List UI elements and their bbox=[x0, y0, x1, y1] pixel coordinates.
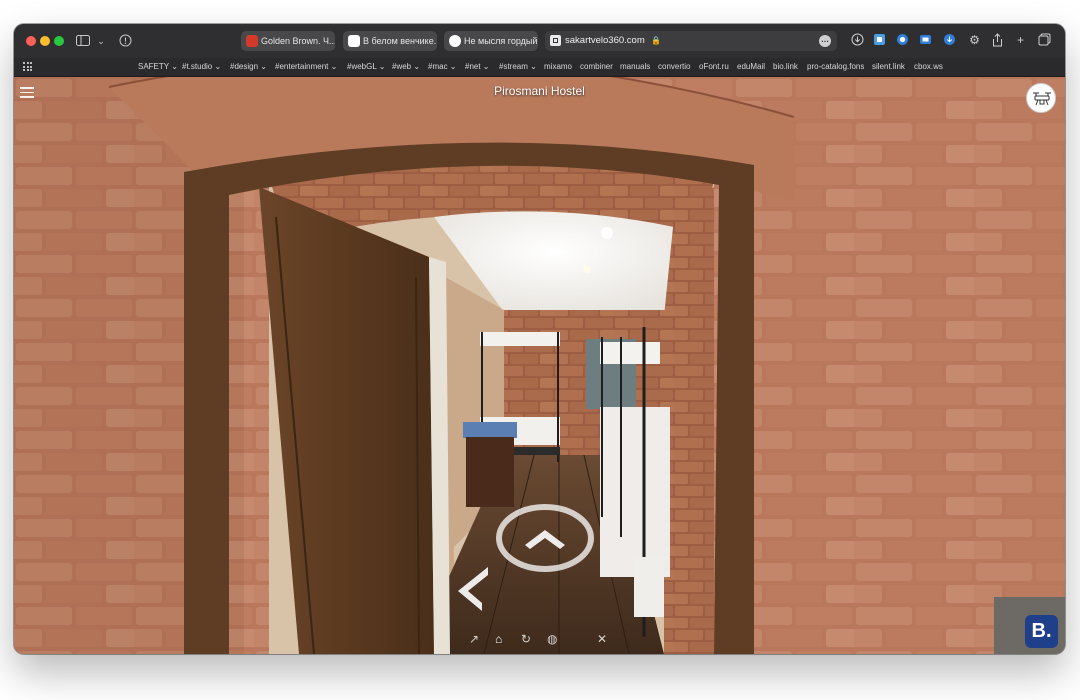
red-flag-icon bbox=[246, 35, 258, 47]
bookmark-manuals[interactable]: manuals bbox=[620, 58, 650, 75]
bookmark-net[interactable]: #net ⌄ bbox=[465, 58, 490, 75]
tab-golden-brown[interactable]: Golden Brown. Ч... bbox=[241, 31, 335, 51]
bookmark-silent-link[interactable]: silent.link bbox=[872, 58, 905, 75]
home-icon[interactable]: ⌂ bbox=[495, 629, 502, 649]
bookmark-edumail[interactable]: eduMail bbox=[737, 58, 765, 75]
share-icon[interactable] bbox=[990, 33, 1005, 48]
bookmark-safety[interactable]: SAFETY ⌄ bbox=[138, 58, 178, 75]
google-icon bbox=[449, 35, 461, 47]
bookmark-label: #t.studio bbox=[182, 62, 213, 71]
tab-label: В белом венчике... bbox=[363, 36, 437, 46]
minimize-window-button[interactable] bbox=[40, 36, 50, 46]
bookmark-label: #stream bbox=[499, 62, 528, 71]
zoom-window-button[interactable] bbox=[54, 36, 64, 46]
bookmark-mixamo[interactable]: mixamo bbox=[544, 58, 572, 75]
bookmark-web[interactable]: #web ⌄ bbox=[392, 58, 420, 75]
tabs-overview-icon[interactable] bbox=[1037, 33, 1052, 48]
tour-viewport[interactable]: Pirosmani Hostel ↗ ⌂ ↻ ◍ ✕ B. bbox=[14, 77, 1065, 654]
chevron-up-icon[interactable] bbox=[495, 503, 595, 573]
sidebar-icon[interactable] bbox=[76, 32, 90, 50]
bookmark-label: SAFETY bbox=[138, 62, 169, 71]
title-bar: ⌄ Golden Brown. Ч... В белом венчике... … bbox=[14, 24, 1065, 58]
lock-icon: 🔒 bbox=[651, 36, 662, 45]
tab-label: Не мысля гордый... bbox=[464, 36, 538, 46]
settings-icon[interactable]: ⚙ bbox=[967, 33, 982, 48]
drone-icon[interactable] bbox=[1026, 83, 1056, 113]
grid-icon[interactable] bbox=[23, 62, 32, 71]
chevron-down-icon[interactable]: ⌄ bbox=[96, 32, 106, 50]
bookmark-bio-link[interactable]: bio.link bbox=[773, 58, 798, 75]
more-icon[interactable]: … bbox=[819, 35, 831, 47]
chevron-left-icon[interactable] bbox=[452, 563, 492, 613]
bookmarks-bar: SAFETY ⌄ #t.studio ⌄ #design ⌄ #entertai… bbox=[14, 58, 1065, 77]
close-icon[interactable]: ✕ bbox=[597, 629, 607, 649]
bookmark-stream[interactable]: #stream ⌄ bbox=[499, 58, 537, 75]
bookmark-label: #mac bbox=[428, 62, 448, 71]
bookmark-label: #entertainment bbox=[275, 62, 329, 71]
bookmark-ofont[interactable]: oFont.ru bbox=[699, 58, 729, 75]
bookmark-label: #web bbox=[392, 62, 412, 71]
rotate-icon[interactable]: ↻ bbox=[521, 629, 531, 649]
globe-icon[interactable]: ◍ bbox=[547, 629, 557, 649]
video-icon[interactable] bbox=[918, 33, 933, 48]
tour-controls: ↗ ⌂ ↻ ◍ ✕ bbox=[464, 629, 624, 649]
booking-badge[interactable]: B. bbox=[1025, 615, 1058, 648]
save-icon[interactable] bbox=[942, 33, 957, 48]
bookmark-label: #webGL bbox=[347, 62, 377, 71]
bookmark-label: #net bbox=[465, 62, 481, 71]
bookmark-mac[interactable]: #mac ⌄ bbox=[428, 58, 457, 75]
url-text: sakartvelo360.com bbox=[565, 35, 645, 46]
mic-icon bbox=[348, 35, 360, 47]
bookmark-design[interactable]: #design ⌄ bbox=[230, 58, 267, 75]
close-window-button[interactable] bbox=[26, 36, 36, 46]
download-icon[interactable] bbox=[850, 33, 865, 48]
bookmark-pro-catalog[interactable]: pro-catalog.fons bbox=[807, 58, 864, 75]
bookmark-webgl[interactable]: #webGL ⌄ bbox=[347, 58, 385, 75]
bookmark-t-studio[interactable]: #t.studio ⌄ bbox=[182, 58, 221, 75]
tab-ne-myslya[interactable]: Не мысля гордый... bbox=[444, 31, 538, 51]
bookmark-label: #design bbox=[230, 62, 259, 71]
bookmark-entertainment[interactable]: #entertainment ⌄ bbox=[275, 58, 337, 75]
record-icon[interactable] bbox=[895, 33, 910, 48]
new-tab-icon[interactable]: + bbox=[1013, 33, 1028, 48]
bookmark-combiner[interactable]: combiner bbox=[580, 58, 613, 75]
bookmark-cbox[interactable]: cbox.ws bbox=[914, 58, 943, 75]
tab-v-belom[interactable]: В белом венчике... bbox=[343, 31, 437, 51]
extension-icon[interactable] bbox=[872, 33, 887, 48]
tour-title: Pirosmani Hostel bbox=[494, 84, 585, 98]
tab-label: Golden Brown. Ч... bbox=[261, 36, 335, 46]
shield-icon[interactable] bbox=[119, 32, 133, 50]
arrow-icon[interactable]: ↗ bbox=[469, 629, 479, 649]
bookmark-convertio[interactable]: convertio bbox=[658, 58, 690, 75]
address-bar[interactable]: sakartvelo360.com 🔒 … bbox=[545, 31, 837, 51]
site-favicon bbox=[550, 35, 561, 46]
browser-window: ⌄ Golden Brown. Ч... В белом венчике... … bbox=[14, 24, 1065, 654]
